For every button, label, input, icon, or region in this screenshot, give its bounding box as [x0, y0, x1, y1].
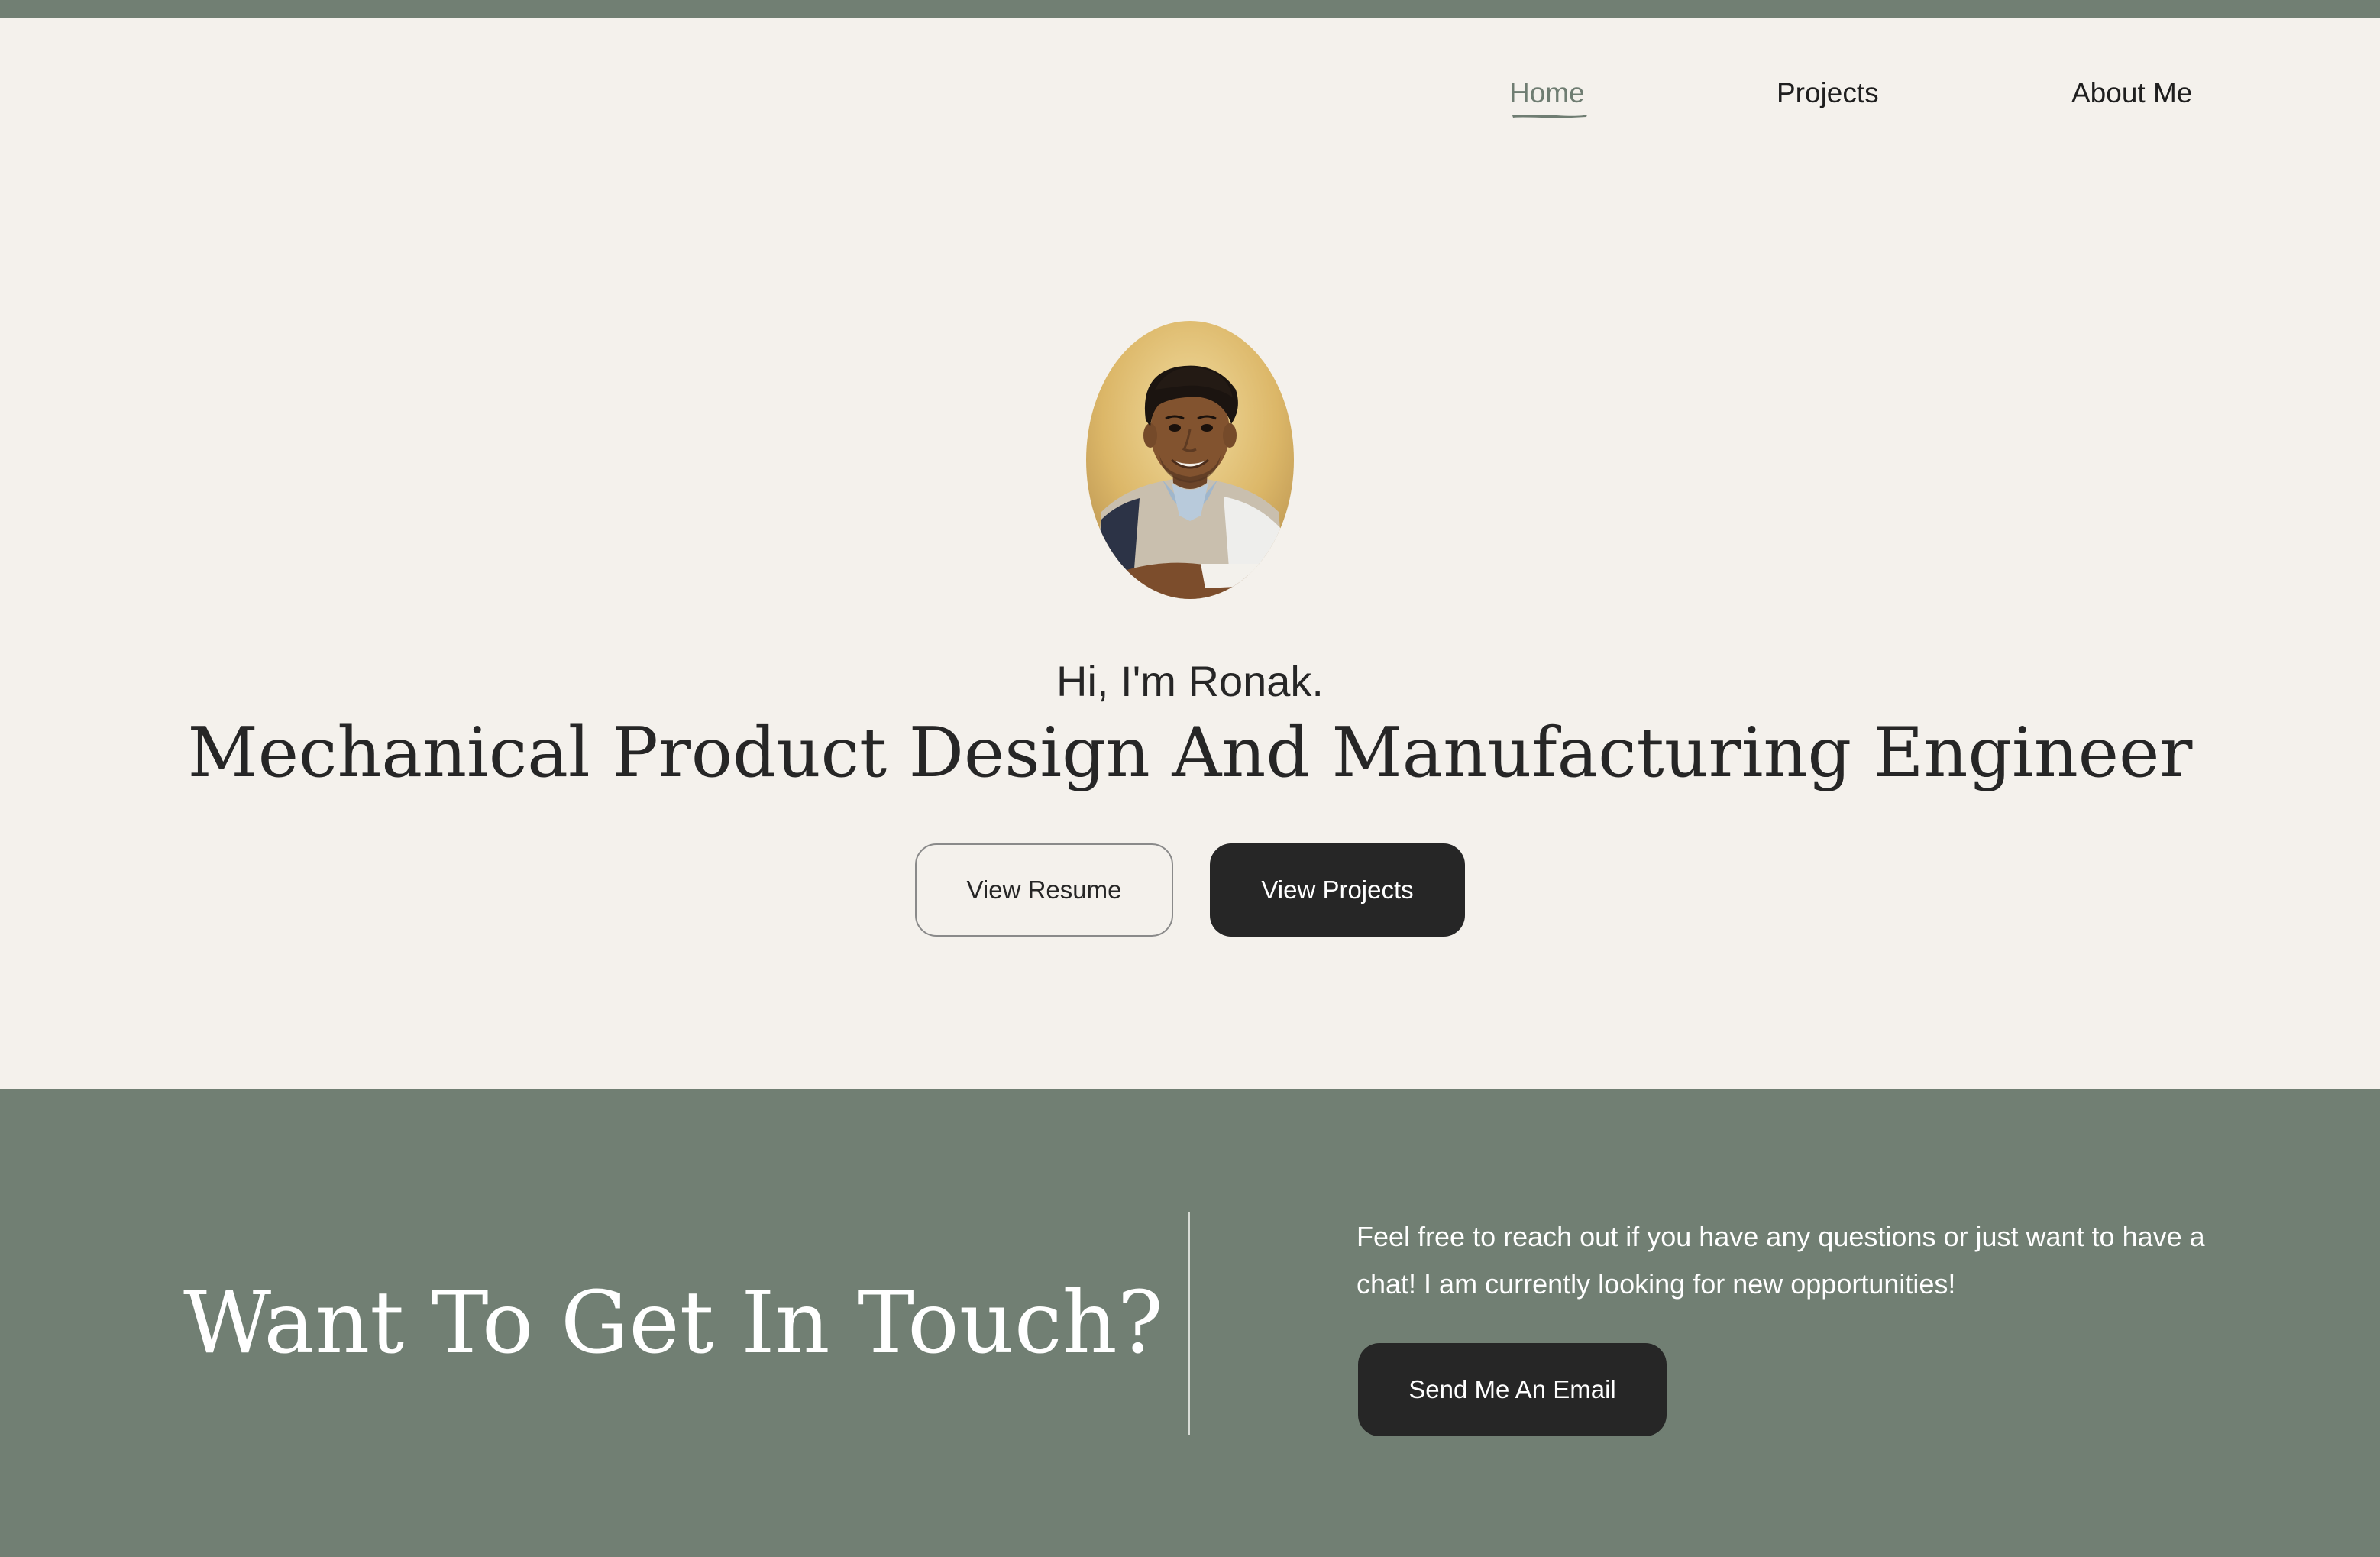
- top-bar: [0, 0, 2380, 18]
- contact-title: Want To Get In Touch?: [183, 1274, 1163, 1373]
- nav-active-underline: [1512, 115, 1587, 118]
- send-email-button[interactable]: Send Me An Email: [1358, 1343, 1667, 1436]
- nav-home-link[interactable]: Home: [1509, 73, 1585, 113]
- hero-greeting: Hi, I'm Ronak.: [1056, 657, 1324, 705]
- contact-description: Feel free to reach out if you have any q…: [1357, 1221, 2205, 1300]
- view-projects-button[interactable]: View Projects: [1210, 843, 1465, 937]
- nav-about-link[interactable]: About Me: [2071, 73, 2192, 113]
- profile-photo: [1086, 321, 1294, 599]
- contact-section: Want To Get In Touch? Feel free to reach…: [0, 1089, 2380, 1557]
- nav-projects-link[interactable]: Projects: [1777, 73, 1879, 113]
- hero-headline: Mechanical Product Design And Manufactur…: [187, 713, 2193, 793]
- section-divider: [1188, 1212, 1190, 1435]
- view-resume-button[interactable]: View Resume: [915, 843, 1173, 937]
- page: Home Projects About Me Hi, I'm Ronak. Me…: [0, 0, 2380, 1557]
